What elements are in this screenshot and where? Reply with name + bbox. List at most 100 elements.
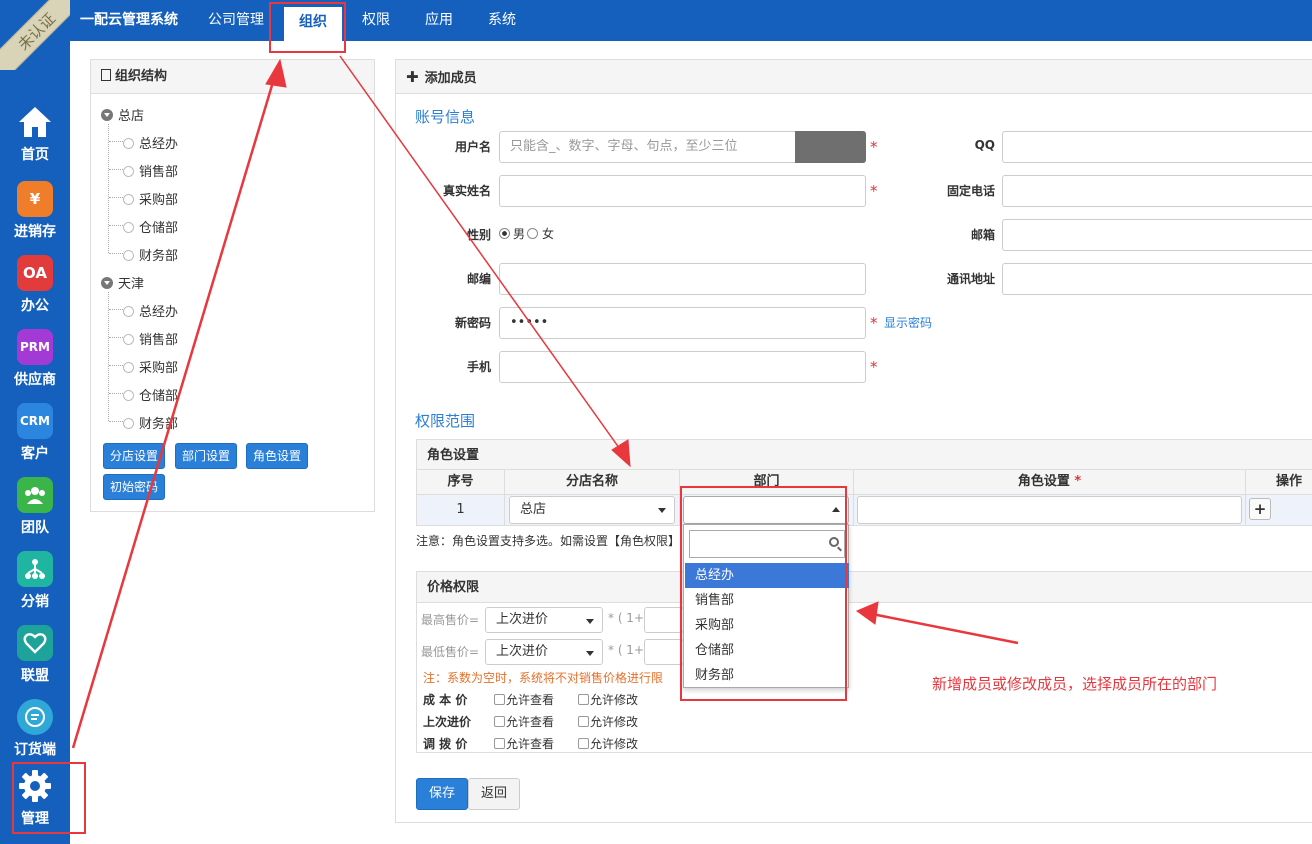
gender-male-radio[interactable]: 男 [499, 225, 525, 242]
checkbox-icon [578, 716, 589, 727]
tab-company[interactable]: 公司管理 [208, 0, 264, 41]
mobile-input[interactable] [499, 351, 866, 383]
last-purchase-label: 上次进价 [423, 715, 472, 729]
cost-view-checkbox[interactable]: 允许查看 [494, 691, 554, 708]
tree-dept[interactable]: 仓储部 [123, 217, 178, 236]
tree-dept[interactable]: 采购部 [123, 357, 178, 376]
address-input[interactable] [1002, 263, 1312, 295]
sidebar-item-team[interactable]: 团队 [0, 477, 70, 537]
plus-icon: ✚ [406, 68, 419, 86]
branch-settings-button[interactable]: 分店设置 [103, 443, 166, 469]
tree-dept[interactable]: 总经办 [123, 301, 178, 320]
realname-input[interactable] [499, 175, 866, 207]
phone-input[interactable] [1002, 175, 1312, 207]
dept-label: 销售部 [139, 333, 179, 348]
email-label: 邮箱 [970, 228, 995, 242]
role-input[interactable] [857, 496, 1242, 524]
tab-system[interactable]: 系统 [488, 0, 516, 41]
init-password-button[interactable]: 初始密码 [103, 474, 166, 500]
node-icon [123, 222, 134, 233]
password-label: 新密码 [454, 316, 491, 330]
dept-settings-button[interactable]: 部门设置 [175, 443, 238, 469]
sidebar-item-ordering[interactable]: 订货端 [0, 699, 70, 759]
node-icon [123, 250, 134, 261]
save-button[interactable]: 保存 [416, 778, 468, 810]
tree-dept[interactable]: 财务部 [123, 245, 178, 264]
annotation-text: 新增成员或修改成员，选择成员所在的部门 [932, 675, 1218, 693]
show-password-link[interactable]: 显示密码 [884, 314, 932, 331]
branch-label: 天津 [118, 277, 145, 292]
transfer-edit-checkbox[interactable]: 允许修改 [578, 735, 638, 752]
zipcode-input[interactable] [499, 263, 866, 295]
tree-dept[interactable]: 采购部 [123, 189, 178, 208]
sidebar-item-home[interactable]: 首页 [0, 104, 70, 164]
sidebar-label: 首页 [21, 147, 49, 163]
role-panel-header: 角色设置 [417, 440, 1312, 471]
sidebar-item-alliance[interactable]: 联盟 [0, 625, 70, 685]
checkbox-label: 允许修改 [590, 693, 639, 707]
dept-label: 财务部 [139, 417, 179, 432]
sidebar-item-inventory[interactable]: ¥ 进销存 [0, 181, 70, 241]
sidebar-label: 办公 [21, 298, 49, 314]
node-icon [123, 194, 134, 205]
tab-apps[interactable]: 应用 [425, 0, 453, 41]
dept-label: 采购部 [139, 361, 179, 376]
min-price-label: 最低售价= [421, 645, 480, 659]
oa-icon: OA [17, 255, 53, 291]
qq-input[interactable] [1002, 131, 1312, 163]
sidebar-item-supplier[interactable]: PRM 供应商 [0, 329, 70, 389]
tree-dept[interactable]: 销售部 [123, 329, 178, 348]
qq-label: QQ [974, 138, 995, 152]
node-icon [123, 138, 134, 149]
tree-branch-main[interactable]: 总店 [101, 105, 144, 124]
radio-label: 男 [513, 227, 526, 241]
tree-branch-tianjin[interactable]: 天津 [101, 273, 144, 292]
add-row-button[interactable]: + [1249, 498, 1271, 520]
sidebar-label: 团队 [21, 520, 49, 536]
team-icon [17, 477, 53, 513]
permission-section-title: 权限范围 [415, 412, 476, 430]
address-label: 通讯地址 [946, 272, 995, 286]
zipcode-label: 邮编 [466, 272, 491, 286]
realname-label: 真实姓名 [442, 184, 491, 198]
header-label: 角色设置 [1017, 474, 1070, 489]
sidebar-label: 客户 [21, 446, 49, 462]
select-value: 上次进价 [496, 644, 549, 659]
tree-dept[interactable]: 财务部 [123, 413, 178, 432]
sidebar-label: 分销 [21, 594, 49, 610]
org-panel-title: 组织结构 [115, 69, 168, 84]
gender-female-radio[interactable]: 女 [527, 225, 554, 242]
sidebar-item-office[interactable]: OA 办公 [0, 255, 70, 315]
min-price-formula: * ( 1+ [608, 643, 644, 657]
tree-dept[interactable]: 总经办 [123, 133, 178, 152]
add-member-header: ✚ 添加成员 [396, 60, 1312, 94]
radio-icon [527, 228, 538, 239]
required-mark: * [870, 314, 878, 332]
password-input[interactable]: ••••• [499, 307, 866, 339]
highlight-dept-dropdown [680, 486, 847, 701]
distribution-icon [17, 551, 53, 587]
branch-select[interactable]: 总店 [509, 496, 675, 524]
sidebar-item-customer[interactable]: CRM 客户 [0, 403, 70, 463]
icon-glyph: OA [23, 264, 47, 282]
cost-edit-checkbox[interactable]: 允许修改 [578, 691, 638, 708]
chevron-down-icon [586, 651, 594, 656]
last-view-checkbox[interactable]: 允许查看 [494, 713, 554, 730]
radio-label: 女 [542, 227, 555, 241]
back-button[interactable]: 返回 [468, 778, 520, 810]
sidebar-item-distribution[interactable]: 分销 [0, 551, 70, 611]
tree-dept[interactable]: 仓储部 [123, 385, 178, 404]
tree-dept[interactable]: 销售部 [123, 161, 178, 180]
max-price-select[interactable]: 上次进价 [485, 607, 603, 633]
min-price-coef-input[interactable] [644, 639, 684, 665]
checkbox-label: 允许查看 [506, 715, 555, 729]
alliance-icon [17, 625, 53, 661]
max-price-coef-input[interactable] [644, 607, 684, 633]
last-edit-checkbox[interactable]: 允许修改 [578, 713, 638, 730]
transfer-view-checkbox[interactable]: 允许查看 [494, 735, 554, 752]
icon-glyph: ¥ [29, 190, 41, 208]
min-price-select[interactable]: 上次进价 [485, 639, 603, 665]
tab-permission[interactable]: 权限 [362, 0, 390, 41]
role-settings-button[interactable]: 角色设置 [246, 443, 309, 469]
email-input[interactable] [1002, 219, 1312, 251]
